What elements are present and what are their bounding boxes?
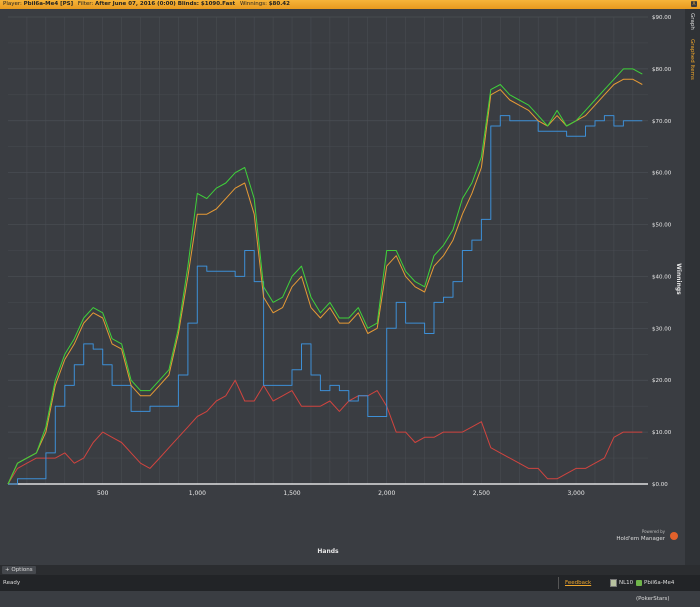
x-tick-label: 1,500 [283, 490, 300, 497]
winnings-chart: 500 1,000 1,500 2,000 2,500 3,000 $0.00 $10.00… [7, 15, 682, 555]
y-tick-label: $40.00 [652, 274, 672, 280]
stakes-label: NL10 [619, 580, 634, 586]
plus-icon: + [5, 567, 10, 573]
y-tick-label: $30.00 [652, 326, 672, 332]
x-tick-label: 2,000 [378, 490, 395, 497]
watermark-line2: Hold'em Manager [616, 536, 665, 542]
x-axis-label: Hands [317, 548, 339, 555]
y-tick-label: $10.00 [652, 430, 672, 436]
y-tick-label: $80.00 [652, 67, 672, 73]
y-axis-ticks: $0.00 $10.00 $20.00 $30.00 $40.00 $50.00 $60.0… [652, 15, 672, 488]
player-label: Player: [3, 1, 22, 7]
y-tick-label: $90.00 [652, 15, 672, 21]
series-line-showdown [8, 115, 643, 485]
x-tick-label: 500 [97, 490, 109, 497]
stakes-icon [610, 578, 617, 587]
tab-graphed-items[interactable]: Graphed Items [689, 39, 695, 80]
close-icon[interactable]: X [691, 1, 697, 7]
x-tick-label: 2,500 [473, 490, 490, 497]
options-label: Options [11, 567, 33, 573]
pokerstars-icon [636, 579, 642, 586]
y-tick-label: $50.00 [652, 223, 672, 229]
watermark-line1: Powered by [642, 529, 666, 534]
filter-label: Filter: [77, 1, 94, 7]
options-button[interactable]: + Options [2, 566, 36, 574]
hm-logo-icon [670, 532, 678, 540]
status-bar: Ready Feedback NL10 Pbil6a-Me4 (PokerSta… [0, 575, 700, 602]
y-tick-label: $70.00 [652, 119, 672, 125]
filter-value: After June 07, 2016 (0:00) Blinds: $1090… [95, 1, 236, 7]
y-tick-label: $60.00 [652, 171, 672, 177]
winnings-value: $80.42 [268, 1, 290, 7]
stakes-indicator[interactable]: NL10 [610, 575, 633, 591]
tab-graph[interactable]: Graph [689, 13, 695, 30]
y-tick-label: $20.00 [652, 378, 672, 384]
y-axis-label: Winnings [675, 263, 682, 295]
chart-grid [8, 16, 648, 484]
y-tick-label: $0.00 [652, 482, 668, 488]
series-line-all-in-ev [7, 78, 643, 485]
x-tick-label: 3,000 [567, 490, 584, 497]
right-tab-bar: Graph Graphed Items [685, 9, 700, 565]
options-bar: + Options [0, 565, 700, 575]
x-tick-label: 1,000 [189, 490, 206, 497]
status-ready: Ready [3, 580, 21, 586]
status-separator [558, 577, 559, 589]
player-indicator[interactable]: Pbil6a-Me4 (PokerStars) [636, 575, 700, 607]
title-bar: Player: Pbil6a-Me4 [PS] Filter: After Ju… [0, 0, 700, 9]
hm-watermark: Powered by Hold'em Manager [616, 529, 678, 542]
winnings-label: Winnings: [239, 1, 267, 7]
x-axis-ticks: 500 1,000 1,500 2,000 2,500 3,000 [97, 490, 585, 497]
player-value: Pbil6a-Me4 [PS] [23, 1, 74, 7]
feedback-link[interactable]: Feedback [565, 575, 591, 591]
